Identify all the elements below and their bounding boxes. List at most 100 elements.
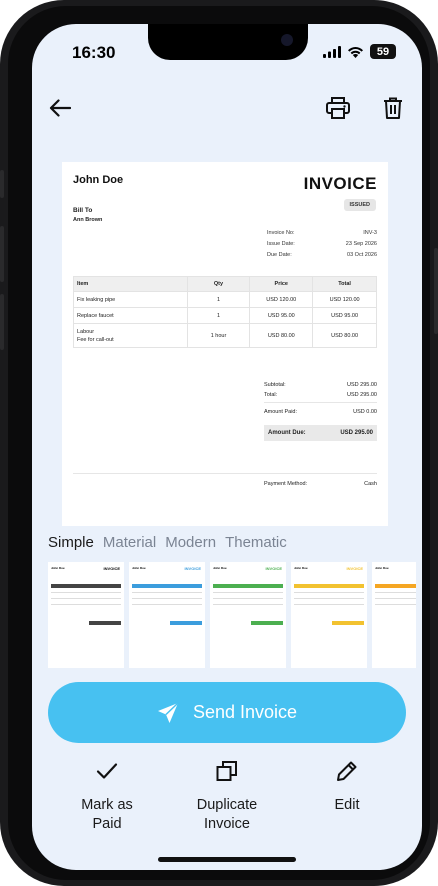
- thumbnail-title: INVOICE: [346, 566, 363, 571]
- amount-due-value: USD 295.00: [340, 430, 373, 436]
- thumbnail-line: [294, 598, 364, 599]
- item-price: USD 80.00: [249, 323, 314, 348]
- thumbnail-line: [213, 598, 283, 599]
- item-qty: 1 hour: [186, 323, 251, 348]
- thumbnail-title: INVOICE: [265, 566, 282, 571]
- thumbnail-line: [51, 598, 121, 599]
- thumbnail-line: [132, 598, 202, 599]
- amount-paid-label: Amount Paid:: [264, 409, 298, 415]
- copy-icon: [216, 761, 237, 781]
- thumbnail-header: [51, 584, 121, 588]
- mark-paid-button[interactable]: Mark as Paid: [57, 756, 157, 834]
- thumbnail-header: [213, 584, 283, 588]
- mute-switch: [0, 170, 4, 198]
- action-icon-wrap: [177, 756, 277, 786]
- thumbnail-line: [294, 592, 364, 593]
- send-invoice-label: Send Invoice: [192, 702, 298, 722]
- thumbnail-line: [375, 592, 416, 593]
- total-value: USD 295.00: [347, 392, 377, 398]
- edit-button[interactable]: Edit: [297, 756, 397, 815]
- send-invoice-button[interactable]: Send Invoice: [48, 682, 406, 743]
- action-icon-wrap: [297, 756, 397, 786]
- meta-value: INV-3: [363, 230, 377, 236]
- due-date-row: Due Date: 03 Oct 2026: [267, 252, 377, 258]
- total-label: Total:: [264, 392, 278, 398]
- item-price: USD 120.00: [249, 291, 314, 308]
- thumbnail-name: John Doe: [51, 566, 65, 570]
- item-qty: 1: [186, 291, 251, 308]
- status-time: 16:30: [72, 43, 116, 62]
- printer-icon: [326, 97, 350, 119]
- phone-bezel: 16:30 59 John Doe INVOICE ISSUED Bill To…: [8, 6, 430, 880]
- table-header: Item Qty Price Total: [73, 276, 377, 292]
- print-button[interactable]: [324, 94, 352, 122]
- thumbnail-line: [213, 592, 283, 593]
- invoice-preview[interactable]: John Doe INVOICE ISSUED Bill To Ann Brow…: [62, 162, 388, 526]
- bill-to-label: Bill To: [73, 207, 93, 214]
- issue-date-row: Issue Date: 23 Sep 2026: [267, 241, 377, 247]
- column-header: Qty: [186, 276, 251, 292]
- thumbnail-title: INVOICE: [184, 566, 201, 571]
- thumbnail-line: [51, 592, 121, 593]
- status-indicators: 59: [323, 44, 396, 59]
- thumbnail-name: John Doe: [132, 566, 146, 570]
- item-name: Replace faucet: [73, 307, 188, 324]
- invoice-number-row: Invoice No: INV-3: [267, 230, 377, 236]
- thumbnail-total-bar: [89, 621, 121, 625]
- back-button[interactable]: [46, 94, 74, 122]
- battery-indicator: 59: [370, 44, 396, 59]
- thumbnail-name: John Doe: [375, 566, 389, 570]
- template-thumbnail[interactable]: John Doe INVOICE: [129, 562, 205, 668]
- template-thumbnail[interactable]: John Doe INVOICE: [210, 562, 286, 668]
- sender-name: John Doe: [73, 174, 124, 186]
- payment-method-value: Cash: [364, 481, 377, 487]
- invoice-title: INVOICE: [303, 174, 377, 193]
- meta-label: Invoice No:: [267, 230, 295, 236]
- template-thumbnails: John Doe INVOICE John Doe INVOICE John D…: [48, 562, 416, 668]
- signal-icon: [323, 45, 341, 58]
- meta-label: Issue Date:: [267, 241, 295, 247]
- bill-to-name: Ann Brown: [73, 217, 103, 223]
- tab-simple[interactable]: Simple: [48, 534, 94, 551]
- item-qty: 1: [186, 307, 251, 324]
- duplicate-invoice-button[interactable]: Duplicate Invoice: [177, 756, 277, 834]
- pencil-icon: [337, 761, 357, 781]
- mark-paid-label: Paid: [92, 816, 122, 832]
- template-tabs: Simple Material Modern Thematic: [48, 534, 287, 551]
- thumbnail-header: [294, 584, 364, 588]
- volume-down-button: [0, 294, 4, 350]
- payment-method-label: Payment Method:: [264, 481, 308, 487]
- divider: [264, 402, 377, 403]
- thumbnail-line: [375, 604, 416, 605]
- thumbnail-line: [294, 604, 364, 605]
- meta-value: 03 Oct 2026: [347, 252, 377, 258]
- thumbnail-name: John Doe: [294, 566, 308, 570]
- column-header: Total: [312, 276, 377, 292]
- item-name: Fix leaking pipe: [73, 291, 188, 308]
- thumbnail-total-bar: [251, 621, 283, 625]
- tab-thematic[interactable]: Thematic: [225, 534, 287, 551]
- item-name: Labour: [77, 328, 95, 335]
- home-indicator[interactable]: [158, 857, 296, 862]
- trash-icon: [384, 97, 402, 119]
- subtotal-row: Subtotal: USD 295.00: [264, 382, 377, 388]
- tab-material[interactable]: Material: [103, 534, 156, 551]
- phone-frame: 16:30 59 John Doe INVOICE ISSUED Bill To…: [0, 0, 438, 886]
- action-icon-wrap: [57, 756, 157, 786]
- amount-paid-value: USD 0.00: [353, 409, 377, 415]
- divider: [73, 473, 377, 474]
- send-icon: [157, 701, 179, 723]
- volume-up-button: [0, 226, 4, 282]
- thumbnail-line: [51, 604, 121, 605]
- item-note: Fee for call-out: [77, 336, 114, 343]
- meta-value: 23 Sep 2026: [345, 241, 377, 247]
- edit-label: Edit: [334, 797, 360, 813]
- template-thumbnail[interactable]: John Doe INVOICE: [291, 562, 367, 668]
- delete-button[interactable]: [379, 94, 407, 122]
- thumbnail-header: [375, 584, 416, 588]
- template-thumbnail[interactable]: John Doe INVOICE: [48, 562, 124, 668]
- thumbnail-line: [213, 604, 283, 605]
- tab-modern[interactable]: Modern: [165, 534, 216, 551]
- wifi-icon: [348, 46, 363, 58]
- template-thumbnail[interactable]: John Doe: [372, 562, 416, 668]
